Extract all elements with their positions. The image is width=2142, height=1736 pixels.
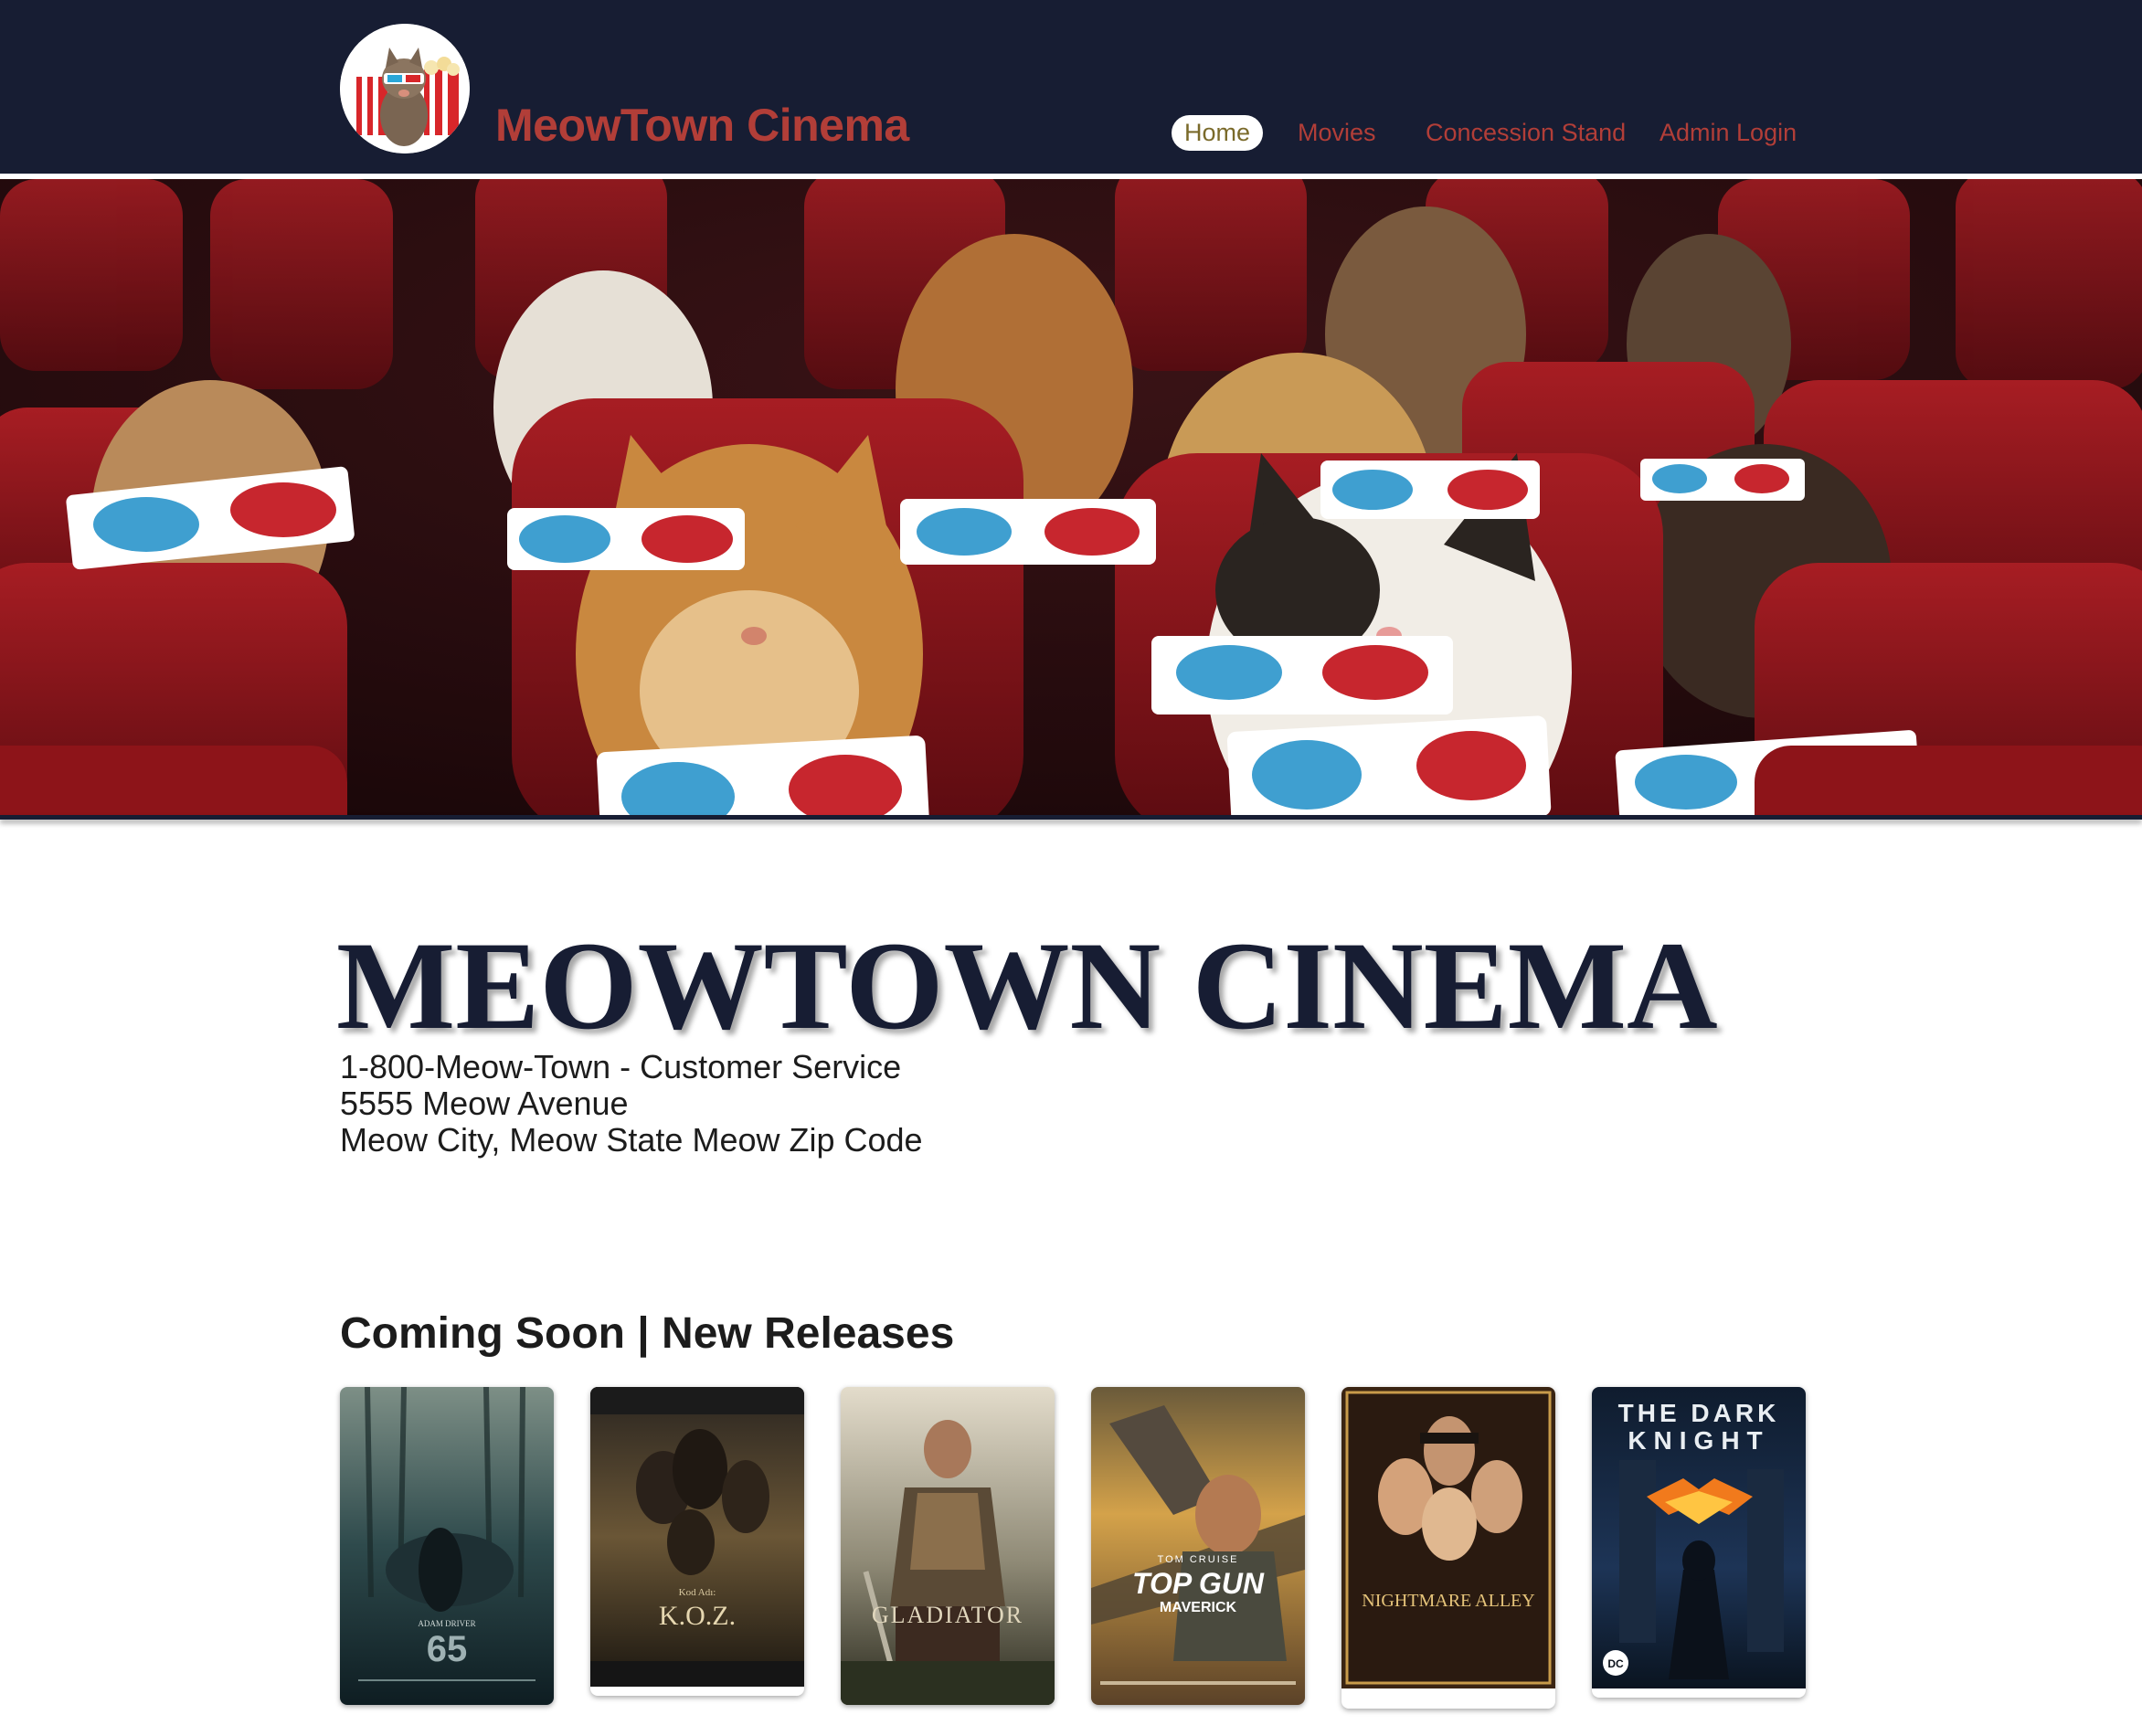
nav-home[interactable]: Home — [1172, 115, 1264, 151]
poster-gladiator-title: GLADIATOR — [872, 1602, 1023, 1628]
poster-65-title: 65 — [427, 1629, 468, 1669]
cinema-logo[interactable] — [340, 24, 470, 153]
poster-topgun-actor: TOM CRUISE — [1158, 1554, 1239, 1565]
nav-admin-login[interactable]: Admin Login — [1660, 119, 1797, 147]
poster-nightmare-title: NIGHTMARE ALLEY — [1362, 1591, 1534, 1611]
address-city: Meow City, Meow State Meow Zip Code — [340, 1121, 923, 1159]
nav-concession-stand[interactable]: Concession Stand — [1426, 119, 1626, 147]
address-street: 5555 Meow Avenue — [340, 1085, 629, 1122]
section-heading-releases: Coming Soon | New Releases — [340, 1309, 955, 1358]
poster-dark-knight-title2: KNIGHT — [1628, 1426, 1769, 1455]
poster-top-gun-maverick[interactable]: TOM CRUISE TOP GUN MAVERICK — [1091, 1387, 1305, 1705]
poster-the-dark-knight[interactable]: THE DARK KNIGHT DC — [1592, 1387, 1806, 1698]
poster-koz[interactable]: Kod Adı: K.O.Z. — [590, 1387, 804, 1696]
poster-65[interactable]: ADAM DRIVER 65 — [340, 1387, 554, 1705]
poster-koz-title: K.O.Z. — [659, 1601, 736, 1631]
phone-number: 1-800-Meow-Town - Customer Service — [340, 1048, 902, 1085]
hero-banner-image — [0, 179, 2142, 815]
poster-koz-kicker: Kod Adı: — [679, 1587, 716, 1598]
poster-65-actor: ADAM DRIVER — [418, 1619, 475, 1628]
contact-info: 1-800-Meow-Town - Customer Service 5555 … — [340, 1049, 923, 1159]
poster-dark-knight-badge: DC — [1607, 1657, 1624, 1670]
page-title: MEOWTOWN CINEMA — [336, 916, 1718, 1055]
poster-topgun-subtitle: MAVERICK — [1160, 1600, 1237, 1615]
nav-movies[interactable]: Movies — [1298, 119, 1376, 147]
brand-name[interactable]: MeowTown Cinema — [495, 99, 909, 152]
hero-divider — [0, 815, 2142, 820]
poster-topgun-title: TOP GUN — [1132, 1567, 1265, 1600]
poster-dark-knight-title: THE DARK — [1618, 1399, 1780, 1427]
poster-gladiator[interactable]: GLADIATOR — [841, 1387, 1055, 1705]
site-header: MeowTown Cinema Home Movies Concession S… — [0, 0, 2142, 174]
poster-nightmare-alley[interactable]: NIGHTMARE ALLEY — [1341, 1387, 1555, 1709]
